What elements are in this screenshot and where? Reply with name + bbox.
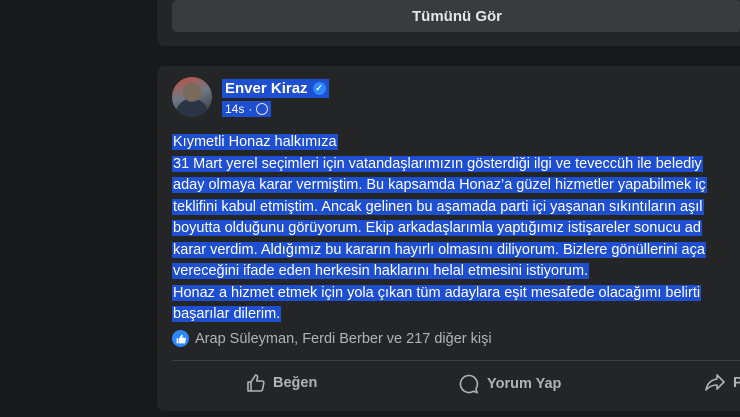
post-line: teklifini kabul etmiştim. Ancak gelinen …	[172, 198, 704, 215]
share-button[interactable]: P	[704, 373, 740, 393]
post-line: başarılar dilerim.	[172, 306, 282, 322]
share-icon	[704, 373, 726, 393]
post-line: Kıymetli Honaz halkımıza	[172, 134, 338, 150]
comment-icon	[458, 373, 480, 395]
divider	[172, 360, 740, 361]
see-all-button[interactable]: Tümünü Gör	[172, 0, 740, 32]
verified-badge-icon: ✓	[312, 82, 326, 95]
reactions-text[interactable]: Arap Süleyman, Ferdi Berber ve 217 diğer…	[195, 331, 492, 347]
author-name[interactable]: Enver Kiraz	[225, 80, 308, 97]
thumbs-up-icon	[246, 373, 266, 393]
post-line: boyutta olduğunu görüyorum. Ekip arkadaş…	[172, 220, 702, 236]
post-meta: 14s ·	[222, 101, 272, 117]
globe-icon	[256, 103, 269, 115]
author-name-row: Enver Kiraz ✓	[222, 79, 329, 98]
post-actions: Beğen Yorum Yap P	[172, 366, 740, 400]
post-card: Enver Kiraz ✓ 14s · Kıymetli Honaz halkı…	[157, 66, 740, 411]
reactions-summary[interactable]: Arap Süleyman, Ferdi Berber ve 217 diğer…	[172, 330, 492, 347]
comment-button[interactable]: Yorum Yap	[458, 373, 561, 395]
post-text: Kıymetli Honaz halkımıza 31 Mart yerel s…	[172, 132, 740, 326]
post-line: karar verdim. Aldığımız bu kararın hayır…	[172, 241, 706, 258]
like-button[interactable]: Beğen	[246, 373, 317, 393]
post-line: Honaz a hizmet etmek için yola çıkan tüm…	[172, 284, 702, 301]
post-line: aday olmaya karar vermiştim. Bu kapsamda…	[172, 177, 707, 193]
previous-post-card: Tümünü Gör	[157, 0, 740, 46]
author-avatar[interactable]	[172, 77, 212, 117]
like-reaction-icon	[172, 330, 189, 347]
post-line: 31 Mart yerel seçimleri için vatandaşlar…	[172, 155, 703, 172]
post-timestamp[interactable]: 14s	[225, 102, 244, 116]
post-line: vereceğini ifade eden herkesin haklarını…	[172, 263, 590, 279]
